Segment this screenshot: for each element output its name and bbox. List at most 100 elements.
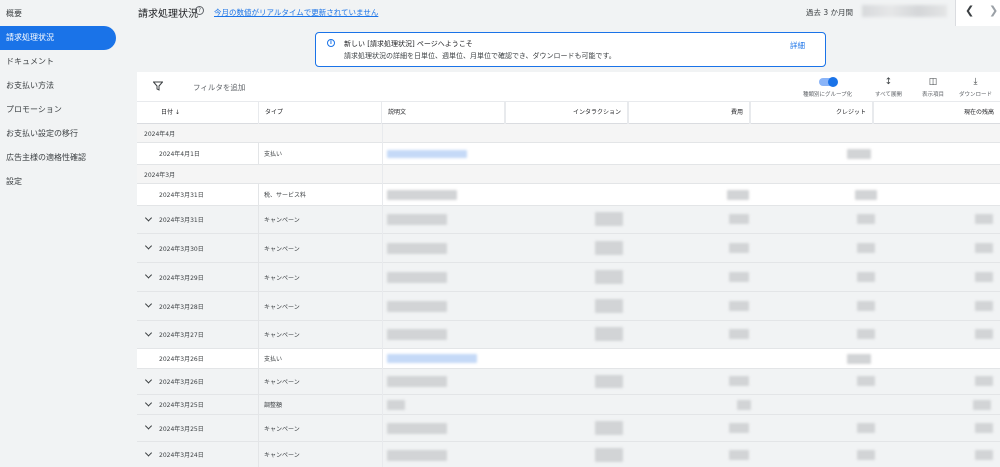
column-divider: [873, 102, 874, 124]
blurred-value: [975, 301, 993, 311]
blurred-description: [387, 400, 405, 410]
table-row[interactable]: 2024年4月1日 支払い: [137, 143, 1000, 165]
blurred-value: [857, 423, 875, 433]
column-divider: [382, 124, 383, 467]
table-row[interactable]: 2024年3月24日 キャンペーン: [137, 442, 1000, 467]
group-by-type-toggle[interactable]: 種類別にグループ化: [803, 76, 852, 98]
blurred-value: [595, 299, 623, 313]
table-row[interactable]: 2024年3月29日 キャンペーン: [137, 263, 1000, 292]
blurred-value: [975, 243, 993, 253]
blurred-value: [857, 450, 875, 460]
month-group-row: 2024年4月: [137, 124, 1000, 143]
column-header-balance[interactable]: 現在の残高: [873, 102, 1000, 124]
blurred-value: [595, 241, 623, 255]
blurred-description: [387, 190, 457, 200]
toggle-switch-icon[interactable]: [818, 77, 838, 87]
row-type: キャンペーン: [258, 369, 381, 394]
chevron-down-icon[interactable]: [144, 242, 153, 250]
sidebar-item-payment-migration[interactable]: お支払い設定の移行: [0, 122, 116, 146]
blurred-value: [729, 376, 749, 386]
column-header-date[interactable]: 日付 ↓: [137, 102, 259, 124]
date-nav: ❮ ❯: [955, 0, 1000, 26]
sidebar-item-documents[interactable]: ドキュメント: [0, 50, 116, 74]
notice-body: 請求処理状況の詳細を日単位、週単位、月単位で確認でき、ダウンロードも可能です。: [344, 52, 616, 60]
columns-button[interactable]: ◫ 表示項目: [922, 76, 944, 98]
chevron-down-icon[interactable]: [144, 213, 153, 222]
chevron-left-icon[interactable]: ❮: [965, 4, 974, 17]
row-date: 2024年3月25日: [159, 425, 204, 433]
download-label: ダウンロード: [959, 92, 993, 98]
columns-icon: ◫: [928, 77, 938, 87]
blurred-description: [387, 272, 447, 283]
blurred-value: [727, 190, 749, 200]
blurred-value: [975, 376, 993, 386]
learn-more-link[interactable]: 詳細: [790, 40, 805, 51]
blurred-value: [595, 421, 623, 435]
table-row[interactable]: 2024年3月25日 キャンペーン: [137, 415, 1000, 442]
download-button[interactable]: ⤓ ダウンロード: [959, 76, 992, 98]
billing-status-page: 概要 請求処理状況 ドキュメント お支払い方法 プロモーション お支払い設定の移…: [0, 0, 1000, 467]
sidebar-item-promotions[interactable]: プロモーション: [0, 98, 116, 122]
month-group-row: 2024年3月: [137, 165, 1000, 184]
add-filter-button[interactable]: フィルタを追加: [193, 82, 245, 93]
blurred-value: [857, 243, 875, 253]
blurred-value: [855, 190, 877, 200]
expand-all-label: すべて展開: [875, 92, 902, 98]
blurred-value: [973, 400, 991, 410]
blurred-value: [975, 214, 993, 224]
table-row[interactable]: 2024年3月31日 税、サービス料: [137, 184, 1000, 206]
column-header-cost[interactable]: 費用: [628, 102, 750, 124]
blurred-description: [387, 450, 447, 461]
chevron-down-icon[interactable]: [144, 398, 153, 407]
column-header-interactions[interactable]: インタラクション: [505, 102, 628, 124]
columns-label: 表示項目: [922, 92, 945, 98]
info-icon: i: [327, 39, 335, 47]
table-row[interactable]: 2024年3月25日 調整額: [137, 395, 1000, 415]
table-row[interactable]: 2024年3月26日 支払い: [137, 349, 1000, 369]
sidebar-item-overview[interactable]: 概要: [0, 2, 116, 26]
sidebar-item-advertiser-verification[interactable]: 広告主様の適格性確認: [0, 146, 116, 170]
notice-title: 新しい [請求処理状況] ページへようこそ: [344, 40, 473, 48]
blurred-value: [975, 272, 993, 282]
chevron-down-icon[interactable]: [144, 271, 153, 279]
chevron-down-icon[interactable]: [144, 448, 153, 457]
table-row[interactable]: 2024年3月27日 キャンペーン: [137, 321, 1000, 349]
table-row[interactable]: 2024年3月30日 キャンペーン: [137, 234, 1000, 263]
blurred-value: [595, 270, 623, 284]
blurred-value: [595, 448, 623, 462]
realtime-update-link[interactable]: 今月の数値がリアルタイムで更新されていません: [214, 7, 378, 18]
row-type: 支払い: [258, 349, 381, 368]
date-range-label[interactable]: 過去 3 か月間: [806, 7, 853, 18]
column-header-credit[interactable]: クレジット: [750, 102, 873, 124]
column-header-type[interactable]: タイプ: [259, 102, 382, 124]
chevron-down-icon[interactable]: [144, 375, 153, 384]
table-row[interactable]: 2024年3月26日 キャンペーン: [137, 369, 1000, 395]
blurred-value: [975, 423, 993, 433]
row-date: 2024年4月1日: [159, 151, 200, 158]
row-type: 税、サービス料: [258, 184, 381, 205]
chevron-down-icon[interactable]: [144, 328, 153, 337]
row-date: 2024年3月29日: [159, 274, 204, 282]
blurred-description: [387, 354, 477, 363]
column-header-description[interactable]: 説明文: [382, 102, 505, 124]
blurred-value: [857, 329, 875, 339]
table-row[interactable]: 2024年3月28日 キャンペーン: [137, 292, 1000, 321]
chevron-down-icon[interactable]: [144, 300, 153, 308]
billing-table-card: フィルタを追加 種類別にグループ化 ↕ すべて展開 ◫ 表示項目 ⤓ ダウンロー…: [137, 72, 1000, 467]
sidebar-item-payment-methods[interactable]: お支払い方法: [0, 74, 116, 98]
chevron-right-icon[interactable]: ❯: [989, 4, 998, 17]
blurred-value: [729, 423, 749, 433]
blurred-value: [975, 329, 993, 339]
table-row[interactable]: 2024年3月31日 キャンペーン: [137, 206, 1000, 234]
blurred-value: [729, 450, 749, 460]
blurred-value: [595, 327, 623, 341]
sidebar-item-settings[interactable]: 設定: [0, 170, 116, 194]
help-icon[interactable]: ?: [195, 6, 204, 15]
chevron-down-icon[interactable]: [144, 422, 153, 430]
blurred-value: [729, 329, 749, 339]
sidebar-item-billing-status[interactable]: 請求処理状況: [0, 26, 116, 50]
group-by-type-label: 種類別にグループ化: [803, 92, 853, 98]
blurred-value: [857, 272, 875, 282]
filter-icon[interactable]: [153, 81, 163, 91]
expand-all-button[interactable]: ↕ すべて展開: [875, 76, 902, 98]
